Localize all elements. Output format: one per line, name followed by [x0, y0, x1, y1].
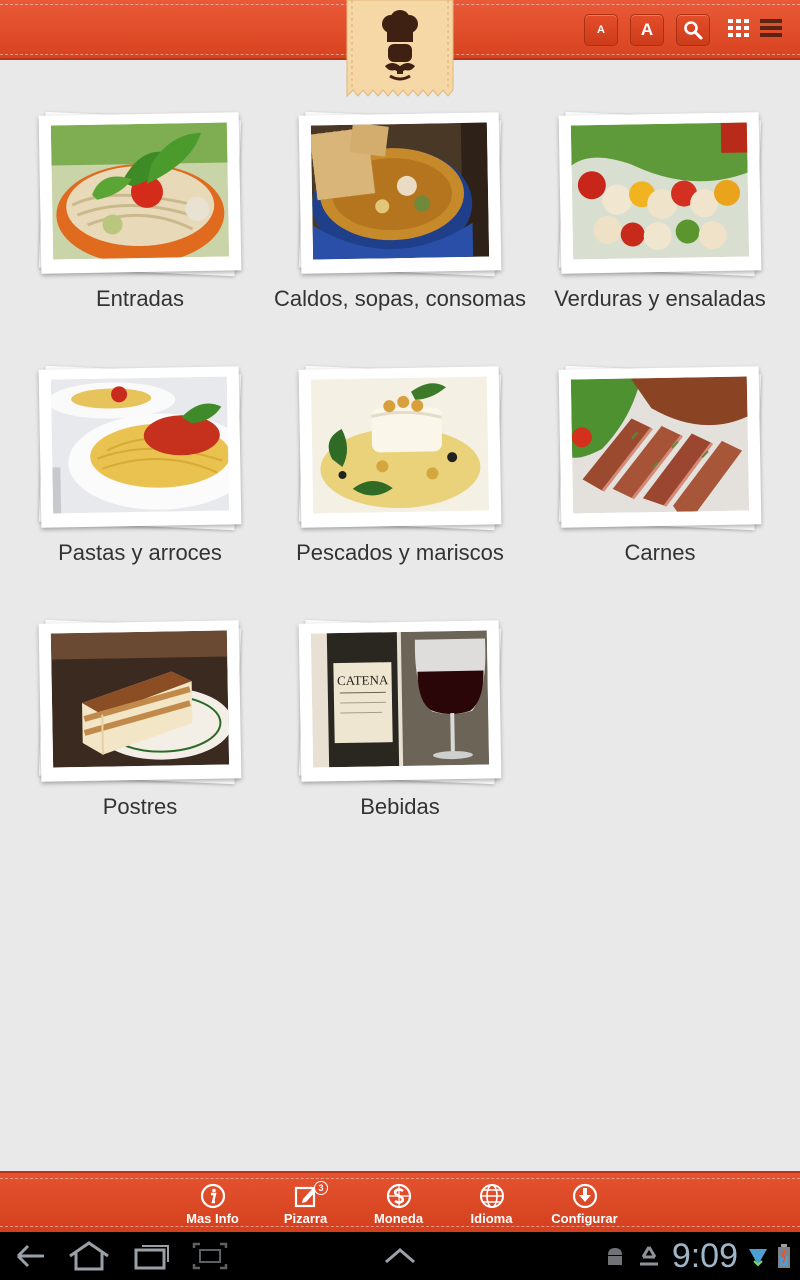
photo-frame — [38, 364, 253, 532]
skewers-photo — [570, 122, 750, 260]
idioma-button[interactable]: Idioma — [445, 1183, 538, 1229]
category-label: Carnes — [624, 540, 696, 565]
pizarra-count-badge: 3 — [314, 1181, 328, 1195]
grid-view-icon — [728, 18, 749, 37]
font-decrease-button[interactable]: A — [584, 14, 618, 46]
photo-frame — [558, 364, 762, 532]
recent-apps-icon[interactable] — [132, 1240, 172, 1272]
photo-frame — [298, 110, 502, 278]
chef-logo-tag — [345, 0, 455, 104]
view-switch — [728, 18, 782, 42]
bottom-bar-stitch — [0, 1178, 800, 1179]
wine-label-text: CATENA — [337, 672, 389, 688]
category-item-bebidas[interactable]: CATENA Bebidas — [270, 618, 530, 832]
photo-frame: CATENA — [298, 618, 502, 786]
photo-frame — [298, 364, 502, 532]
category-grid: Entradas Caldos, sopas, consomas Verdura… — [10, 110, 790, 832]
globe-icon — [479, 1184, 504, 1208]
fish-photo — [310, 376, 490, 514]
status-area[interactable]: 9:09 — [604, 1232, 790, 1280]
steak-photo — [570, 376, 750, 514]
home-icon[interactable] — [66, 1240, 112, 1272]
pizarra-button[interactable]: 3 Pizarra — [259, 1181, 352, 1229]
category-item-postres[interactable]: Postres — [10, 618, 270, 832]
list-view-button[interactable] — [760, 18, 782, 42]
battery-icon — [778, 1244, 790, 1268]
info-icon — [200, 1183, 225, 1209]
screenshot-icon[interactable] — [190, 1240, 230, 1272]
soup-photo — [309, 122, 490, 261]
back-icon[interactable] — [12, 1240, 48, 1272]
category-label: Pescados y mariscos — [296, 540, 504, 565]
tiramisu-photo — [50, 630, 233, 768]
pasta-photo — [47, 376, 253, 514]
currency-icon — [386, 1183, 411, 1209]
download-icon — [572, 1183, 597, 1209]
toolbar-label: Moneda — [373, 1211, 424, 1226]
toolbar-items: Mas Info 3 Pizarra Moneda Idioma Configu… — [166, 1181, 631, 1229]
bottom-toolbar: Mas Info 3 Pizarra Moneda Idioma Configu… — [0, 1171, 800, 1232]
configurar-button[interactable]: Configurar — [538, 1183, 631, 1229]
photo-frame — [38, 110, 242, 278]
category-label: Entradas — [95, 286, 185, 311]
category-label: Verduras y ensaladas — [554, 286, 766, 311]
search-button[interactable] — [676, 14, 710, 46]
toolbar-label: Pizarra — [283, 1211, 328, 1226]
category-label: Bebidas — [360, 794, 440, 819]
toolbar-label: Mas Info — [186, 1211, 239, 1226]
category-item-pescados[interactable]: Pescados y mariscos — [270, 364, 530, 578]
recycle-icon — [639, 1246, 658, 1266]
category-label: Caldos, sopas, consomas — [274, 286, 526, 311]
photo-frame — [558, 110, 762, 278]
toolbar-label: Configurar — [551, 1211, 618, 1226]
chevron-up-icon[interactable] — [384, 1246, 416, 1266]
photo-frame — [38, 618, 242, 786]
grid-view-button[interactable] — [728, 18, 750, 42]
category-item-entradas[interactable]: Entradas — [10, 110, 270, 324]
mas-info-button[interactable]: Mas Info — [166, 1183, 259, 1229]
salad-photo — [50, 122, 230, 265]
list-view-icon — [760, 18, 782, 37]
system-navigation-bar: 9:09 — [0, 1232, 800, 1280]
category-item-verduras[interactable]: Verduras y ensaladas — [530, 110, 790, 324]
android-debug-icon — [607, 1248, 622, 1265]
category-item-caldos[interactable]: Caldos, sopas, consomas — [270, 110, 530, 324]
toolbar-label: Idioma — [470, 1211, 513, 1226]
wifi-icon — [749, 1249, 767, 1267]
clock: 9:09 — [671, 1236, 738, 1275]
category-label: Postres — [102, 794, 178, 819]
moneda-button[interactable]: Moneda — [352, 1183, 445, 1229]
category-label: Pastas y arroces — [58, 540, 222, 565]
search-icon — [684, 21, 703, 40]
font-increase-button[interactable]: A — [630, 14, 664, 46]
top-actions: A A — [584, 14, 782, 46]
wine-photo: CATENA — [310, 630, 490, 768]
category-item-carnes[interactable]: Carnes — [530, 364, 790, 578]
category-item-pastas[interactable]: Pastas y arroces — [10, 364, 270, 578]
